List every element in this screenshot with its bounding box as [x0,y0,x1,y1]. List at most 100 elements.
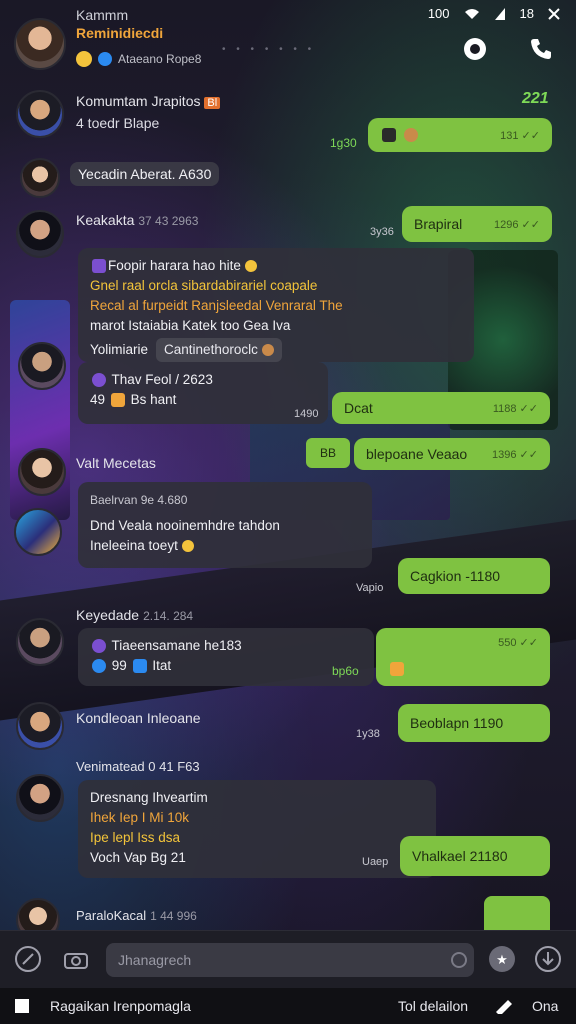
sender-tag: Bl [204,97,221,109]
message-input[interactable]: Jhanagrech [106,943,474,977]
contact-meta: Ataeano Rope8 [76,51,201,67]
sticker-icon: ★ [489,946,515,972]
sender-avatar[interactable] [16,618,64,666]
sender-name: Kondleoan Inleoane [76,710,201,726]
message-preview: 4 toedr Blape [76,115,160,131]
message-text: Cagkion -1180 [410,568,501,584]
contact-avatar[interactable] [14,18,66,70]
emoji-icon [181,540,194,553]
voice-call-button[interactable] [526,34,556,64]
message-time: Vapio [356,582,384,594]
bottom-bar-right-text[interactable]: Ona [532,998,558,1014]
sticker-button[interactable]: ★ [488,945,516,978]
sender-avatar[interactable] [18,448,66,496]
message-chip[interactable]: Cantinethoroclc [156,338,282,362]
outgoing-message[interactable]: Brapiral 1296 ✓✓ [402,206,552,242]
message-line: Ineleeina toeyt [90,536,360,556]
send-button[interactable] [534,945,562,978]
sender-avatar[interactable] [16,774,64,822]
contact-name[interactable]: Kammm [76,7,128,23]
message-time: 1396 ✓✓ [492,448,538,461]
video-call-button[interactable] [460,34,490,64]
outgoing-message[interactable]: Cagkion -1180 [398,558,550,594]
sender-avatar[interactable] [14,508,62,556]
emoji-icon [244,260,257,273]
download-icon [535,946,561,972]
camera-icon [64,953,88,969]
sender-name: Keyedade 2.14. 284 [76,607,194,623]
message-time: bp6o [332,664,359,678]
bottom-bar-link[interactable]: Tol delailon [398,998,468,1014]
bottom-bar: Ragaikan Irenpomagla Tol delailon Ona [0,988,576,1024]
message-line: 49 Bs hant [90,392,177,408]
sender-name-text: Komumtam Jrapitos [76,93,201,109]
typing-indicator: • • • • • • • [222,44,316,55]
close-icon[interactable] [548,7,560,20]
contact-subtitle: Reminidiecdi [76,25,164,41]
system-message: Yecadin Aberat. A630 [70,162,220,186]
sender-name: Venimatead 0 41 F63 [76,759,200,774]
outgoing-message[interactable] [484,896,550,930]
outgoing-message[interactable]: 550 ✓✓ [376,628,550,686]
status-bar: 100 18 [428,6,560,21]
message-line: Tiaeensamane he183 [90,636,362,656]
sender-avatar[interactable] [16,210,64,258]
incoming-message[interactable]: Tiaeensamane he183 99 Itat [78,628,374,686]
svg-text:★: ★ [496,953,508,968]
outgoing-message[interactable]: blepoane Veaao 1396 ✓✓ [354,438,550,470]
message-text: Brapiral [414,216,463,232]
sender-avatar[interactable] [16,90,64,138]
message-line: Ihek Iep I Mi 10k [90,810,190,825]
phone-icon [531,39,551,59]
sender-name: Keakakta 37 43 2963 [76,212,199,228]
emoji-icon [451,952,467,968]
message-time: 1296 ✓✓ [494,218,540,231]
message-time: 550 ✓✓ [498,637,538,649]
sender-avatar[interactable] [18,342,66,390]
bottom-bar-left-text[interactable]: Ragaikan Irenpomagla [50,998,191,1014]
message-line: 99 Itat [90,656,362,676]
contact-meta-text: Ataeano Rope8 [118,52,202,66]
emoji-button[interactable] [450,951,468,974]
message-line: Foopir harara hao hite [90,256,462,276]
message-line: Thav Feol / 2623 [90,370,316,390]
message-time: 1490 [294,408,319,420]
status-dot-icon [98,52,112,66]
video-call-icon [464,38,486,60]
message-text: Dcat [344,400,373,416]
attach-button[interactable] [14,945,42,978]
incoming-message[interactable]: Foopir harara hao hite Gnel raal orcla s… [78,248,474,362]
battery-level: 18 [519,6,534,21]
message-time: 221 [522,90,549,107]
sender-avatar[interactable] [16,702,64,750]
message-time: 131 ✓✓ [500,129,540,142]
sticker-icon [404,128,418,142]
outgoing-message[interactable]: Vhalkael 21180 [400,836,550,876]
incoming-message[interactable]: Baelrvan 9e 4.680 Dnd Veala nooinemhdre … [78,482,372,568]
outgoing-message[interactable]: 131 ✓✓ [368,118,552,152]
sender-avatar[interactable] [20,158,60,198]
message-time: Uaep [362,856,389,868]
outgoing-message[interactable]: Dcat 1188 ✓✓ [332,392,550,424]
attachment-icon[interactable]: BB [306,438,350,468]
flag-icon [92,259,106,274]
message-time: 1188 ✓✓ [492,402,538,415]
sender-name: Valt Mecetas [76,455,156,471]
camera-button[interactable] [62,945,90,978]
message-line: Dresnang Ihveartim [90,790,208,805]
app-icon[interactable] [14,998,30,1014]
message-header: Baelrvan 9e 4.680 [90,493,188,507]
pencil-icon[interactable] [494,998,514,1014]
message-time: 1g30 [330,136,357,150]
wifi-icon [464,8,479,19]
message-line: Dnd Veala nooinemhdre tahdon [90,518,280,533]
incoming-message[interactable]: Thav Feol / 2623 49 Bs hant [78,362,328,424]
message-line: Gnel raal orcla sibardabirariel coapale [90,278,318,293]
bag-icon [110,393,125,408]
sender-name: Komumtam Jrapitos Bl [76,93,221,109]
outgoing-message[interactable]: Beoblapn 1190 [398,704,550,742]
message-composer: Jhanagrech ★ [0,930,576,989]
message-text: blepoane Veaao [366,446,468,462]
sender-name: ParaloKacal 1 44 996 [76,908,197,923]
status-clock: 100 [427,6,450,21]
